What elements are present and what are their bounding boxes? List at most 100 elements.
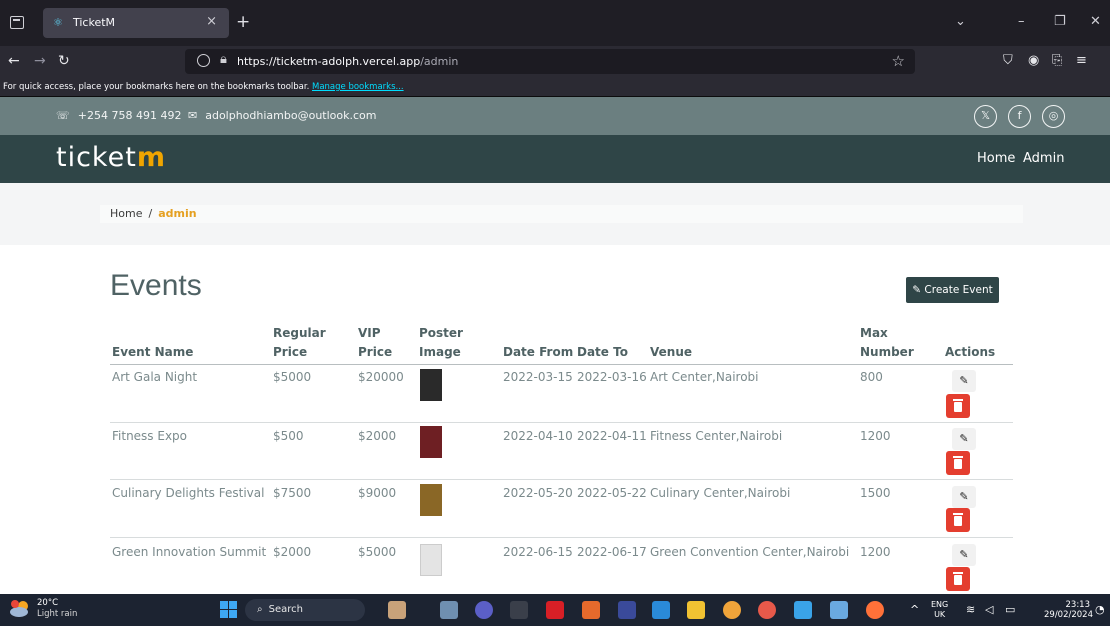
venue: Green Convention Center,Nairobi	[650, 545, 850, 559]
mail-icon: ✉	[188, 109, 198, 122]
date-to: 2022-06-17	[577, 545, 647, 559]
delete-event-button[interactable]	[946, 451, 970, 475]
tray-overflow-icon[interactable]: ^	[910, 603, 919, 617]
url-text[interactable]: https://ticketm-adolph.vercel.app/admin	[237, 55, 458, 68]
battery-icon[interactable]: ▭	[1005, 603, 1015, 617]
poster-line-2: Image	[419, 345, 461, 359]
breadcrumb: Home / admin	[100, 205, 1023, 223]
edit-event-button[interactable]: ✎	[952, 370, 976, 392]
notion-app-icon[interactable]	[618, 601, 636, 619]
notification-icon[interactable]: ◔	[1095, 603, 1105, 617]
url-path: /admin	[420, 55, 459, 68]
event-name: Fitness Expo	[112, 429, 188, 443]
regular-price-line-2: Price	[273, 345, 308, 359]
maximize-icon[interactable]: ❐	[1054, 14, 1066, 30]
tab-list-icon[interactable]	[10, 16, 24, 29]
edit-event-button[interactable]: ✎	[952, 544, 976, 566]
folder-app-icon[interactable]	[687, 601, 705, 619]
poster-image	[420, 484, 442, 516]
language-indicator[interactable]: ENG UK	[931, 600, 948, 620]
firefox-app-icon[interactable]	[866, 601, 884, 619]
bookmarks-toolbar: For quick access, place your bookmarks h…	[0, 77, 1110, 97]
new-tab-icon[interactable]: +	[236, 12, 250, 32]
brand-text: ticket	[56, 142, 137, 173]
col-header-date-from: Date From	[503, 345, 574, 359]
email-address: adolphodhiambo@outlook.com	[205, 109, 377, 122]
minimize-icon[interactable]: –	[1018, 14, 1025, 30]
venue: Art Center,Nairobi	[650, 370, 759, 384]
manage-bookmarks-link[interactable]: Manage bookmarks...	[312, 82, 404, 92]
clock-time: 23:13	[1065, 600, 1091, 610]
col-header-date-to: Date To	[577, 345, 628, 359]
menu-icon[interactable]: ≡	[1076, 53, 1087, 69]
regular-price-line-1: Regular	[273, 326, 326, 340]
facebook-icon[interactable]: f	[1008, 105, 1031, 128]
delete-event-button[interactable]	[946, 508, 970, 532]
event-name: Culinary Delights Festival	[112, 486, 265, 500]
tab-close-icon[interactable]: ×	[206, 15, 217, 29]
terminal-app-icon[interactable]	[510, 601, 528, 619]
windows-start-icon[interactable]	[220, 601, 237, 618]
account-icon[interactable]: ◉	[1028, 53, 1039, 69]
vip-price-line-1: VIP	[358, 326, 381, 340]
weather-temperature: 20°C	[37, 598, 59, 608]
row-divider	[110, 537, 1013, 538]
bookmark-star-icon[interactable]: ☆	[892, 52, 905, 70]
x-icon[interactable]: 𝕏	[974, 105, 997, 128]
extensions-icon[interactable]: ⎘	[1052, 53, 1062, 69]
max-number: 1500	[860, 486, 891, 500]
wps-app-icon[interactable]	[758, 601, 776, 619]
address-bar[interactable]: 🔒︎ https://ticketm-adolph.vercel.app/adm…	[185, 49, 915, 74]
widgets-app-icon[interactable]	[388, 601, 406, 619]
screen-app-icon[interactable]	[830, 601, 848, 619]
vip-price: $9000	[358, 486, 397, 500]
poster-image	[420, 426, 442, 458]
create-event-label: Create Event	[924, 284, 993, 296]
breadcrumb-home[interactable]: Home	[110, 207, 142, 220]
pocket-icon[interactable]: ⛉	[1003, 53, 1013, 69]
weather-description: Light rain	[37, 609, 78, 619]
taskbar-clock[interactable]: 23:13 29/02/2024	[1044, 600, 1093, 620]
edit-event-button[interactable]: ✎	[952, 428, 976, 450]
date-from: 2022-06-15	[503, 545, 573, 559]
nav-admin-link[interactable]: Admin	[1023, 151, 1064, 167]
event-name: Green Innovation Summit	[112, 545, 267, 559]
file-explorer-app-icon[interactable]	[440, 601, 458, 619]
tab-overflow-icon[interactable]: ⌄	[955, 14, 966, 30]
volume-icon[interactable]: ◁	[985, 603, 993, 617]
instagram-icon[interactable]: ◎	[1042, 105, 1065, 128]
nav-home-link[interactable]: Home	[977, 151, 1015, 167]
site-logo[interactable]: ticketm	[56, 142, 166, 174]
bookmarks-hint: For quick access, place your bookmarks h…	[3, 82, 310, 92]
browser-tab[interactable]: ⚛ TicketM ×	[43, 8, 229, 38]
create-event-button[interactable]: ✎ Create Event	[906, 277, 999, 303]
back-icon[interactable]: ←	[8, 53, 20, 69]
edit-event-button[interactable]: ✎	[952, 486, 976, 508]
teams-app-icon[interactable]	[475, 601, 493, 619]
vscode-app-icon[interactable]	[652, 601, 670, 619]
delete-event-button[interactable]	[946, 394, 970, 418]
col-header-venue: Venue	[650, 345, 692, 359]
weather-rain-icon[interactable]	[9, 598, 33, 620]
reload-icon[interactable]: ↻	[58, 53, 70, 69]
delete-event-button[interactable]	[946, 567, 970, 591]
phone-number: +254 758 491 492	[77, 109, 182, 122]
col-header-event-name: Event Name	[112, 345, 194, 359]
date-to: 2022-03-16	[577, 370, 647, 384]
contact-phone: ☏ +254 758 491 492	[56, 109, 181, 123]
lock-icon[interactable]: 🔒︎	[220, 52, 227, 68]
forward-icon[interactable]: →	[34, 53, 46, 69]
wifi-icon[interactable]: ≋	[966, 603, 975, 617]
language-line-1: ENG	[931, 600, 949, 609]
page-title: Events	[110, 269, 202, 302]
netflix-app-icon[interactable]	[546, 601, 564, 619]
close-window-icon[interactable]: ✕	[1090, 14, 1101, 30]
office-app-icon[interactable]	[582, 601, 600, 619]
table-header-divider	[110, 364, 1013, 365]
url-domain: https://ticketm-adolph.vercel.app	[237, 55, 421, 68]
tracking-shield-icon[interactable]	[197, 54, 210, 67]
venue: Fitness Center,Nairobi	[650, 429, 783, 443]
mail-app-icon[interactable]	[794, 601, 812, 619]
taskbar-search[interactable]: ⌕ Search	[245, 599, 365, 621]
chrome-app-icon[interactable]	[723, 601, 741, 619]
